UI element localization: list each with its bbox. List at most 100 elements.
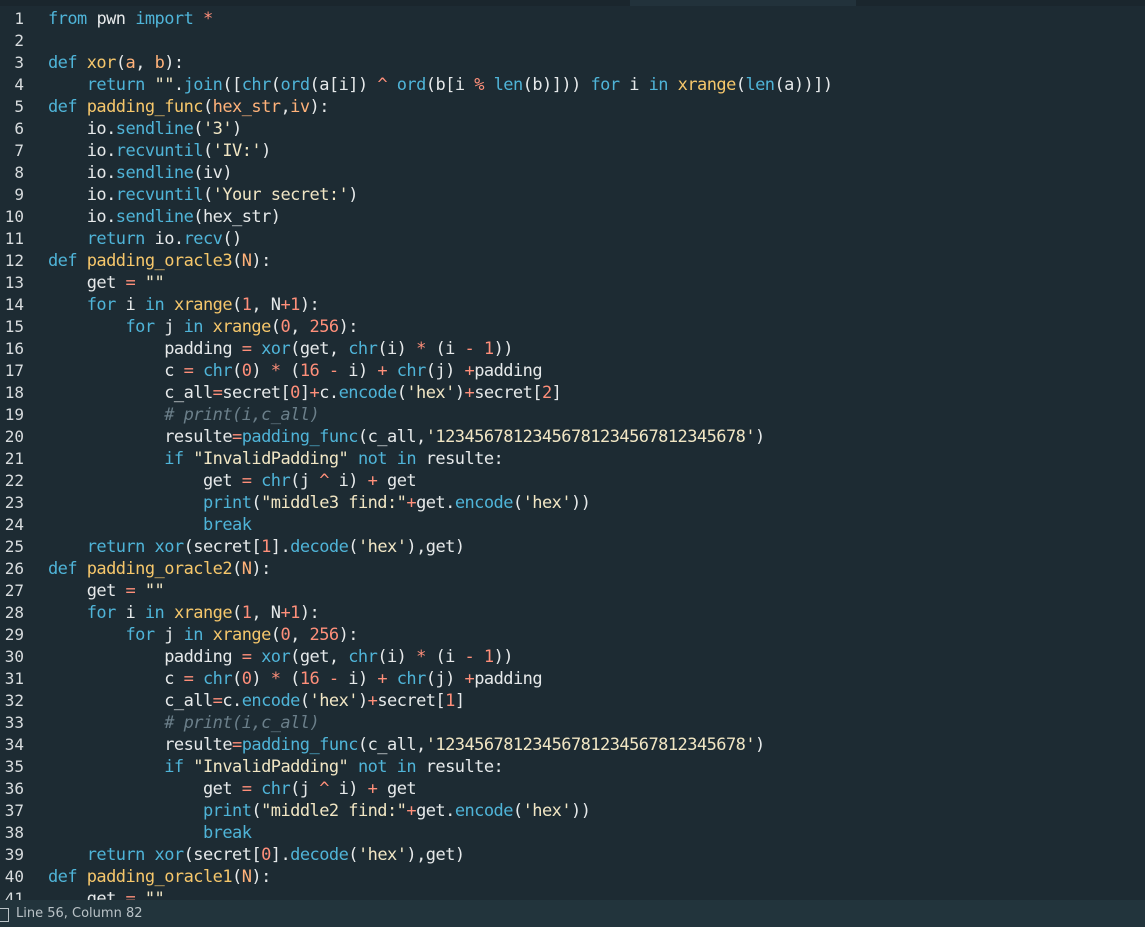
code-token: 16 (299, 361, 329, 381)
code-line[interactable]: 8 io.sendline(iv) (0, 162, 1145, 184)
code-token: + (464, 361, 475, 381)
code-token: = (241, 339, 262, 359)
code-line[interactable]: 16 padding = xor(get, chr(i) * (i - 1)) (0, 338, 1145, 360)
code-token: padding_oracle2 (86, 559, 233, 579)
code-line[interactable]: 11 return io.recv() (0, 228, 1145, 250)
code-line[interactable]: 21 if "InvalidPadding" not in resulte: (0, 448, 1145, 470)
code-line[interactable]: 22 get = chr(j ^ i) + get (0, 470, 1145, 492)
line-number: 35 (4, 757, 24, 776)
code-text: io.recvuntil('Your secret:') (48, 184, 359, 206)
code-token: ): (299, 603, 320, 623)
code-token: = (241, 779, 262, 799)
code-line[interactable]: 14 for i in xrange(1, N+1): (0, 294, 1145, 316)
code-token: )) (493, 339, 514, 359)
code-line[interactable]: 38 break (0, 822, 1145, 844)
code-line[interactable]: 30 padding = xor(get, chr(i) * (i - 1)) (0, 646, 1145, 668)
code-line[interactable]: 37 print("middle2 find:"+get.encode('hex… (0, 800, 1145, 822)
code-token: chr (241, 75, 272, 95)
code-line[interactable]: 15 for j in xrange(0, 256): (0, 316, 1145, 338)
code-token: N (241, 559, 252, 579)
code-token: (get, (290, 647, 349, 667)
code-token: ( (299, 691, 310, 711)
code-line[interactable]: 17 c = chr(0) * (16 - i) + chr(j) +paddi… (0, 360, 1145, 382)
code-token: 0 (280, 625, 291, 645)
code-token: recvuntil (115, 185, 204, 205)
code-token: # print(i,c_all) (164, 713, 320, 733)
code-token: + (464, 669, 475, 689)
code-line[interactable]: 40 def padding_oracle1(N): (0, 866, 1145, 888)
line-number: 26 (4, 559, 24, 578)
code-token: secret[ (222, 383, 291, 403)
code-token: . (173, 75, 184, 95)
code-line[interactable]: 24 break (0, 514, 1145, 536)
code-token: , (135, 53, 155, 73)
code-token: c_all (48, 383, 213, 403)
code-line[interactable]: 35 if "InvalidPadding" not in resulte: (0, 756, 1145, 778)
code-token: "middle3 find:" (261, 493, 407, 513)
code-editor[interactable]: 1 from pwn import * 2 3 def xor(a, b): 4 retu… (0, 0, 1145, 900)
code-token: sendline (115, 163, 194, 183)
code-token: in (144, 295, 174, 315)
code-token: (get, (290, 339, 349, 359)
code-token: + (406, 801, 417, 821)
code-line[interactable]: 19 # print(i,c_all) (0, 404, 1145, 426)
code-token: return (86, 75, 155, 95)
code-line[interactable]: 31 c = chr(0) * (16 - i) + chr(j) +paddi… (0, 668, 1145, 690)
code-token: padding_func (241, 427, 359, 447)
code-line[interactable]: 23 print("middle3 find:"+get.encode('hex… (0, 492, 1145, 514)
code-token: get (48, 273, 126, 293)
code-token: 1 (241, 603, 252, 623)
code-lines[interactable]: 1 from pwn import * 2 3 def xor(a, b): 4 retu… (0, 8, 1145, 900)
code-line[interactable]: 33 # print(i,c_all) (0, 712, 1145, 734)
code-token: ( (232, 361, 242, 381)
code-line[interactable]: 34 resulte=padding_func(c_all,'123456781… (0, 734, 1145, 756)
code-line[interactable]: 6 io.sendline('3') (0, 118, 1145, 140)
code-line[interactable]: 39 return xor(secret[0].decode('hex'),ge… (0, 844, 1145, 866)
code-line[interactable]: 26 def padding_oracle2(N): (0, 558, 1145, 580)
code-token: ( (251, 801, 262, 821)
code-token: N (241, 867, 252, 887)
line-number: 27 (4, 581, 24, 600)
code-line[interactable]: 5 def padding_func(hex_str,iv): (0, 96, 1145, 118)
code-token: import (135, 9, 203, 29)
code-line[interactable]: 27 get = "" (0, 580, 1145, 602)
code-line[interactable]: 41 get = "" (0, 888, 1145, 900)
code-token: io. (154, 229, 185, 249)
code-token: chr (396, 361, 427, 381)
code-token: # print(i,c_all) (164, 405, 320, 425)
code-token: if (164, 757, 194, 777)
code-line[interactable]: 4 return "".join([chr(ord(a[i]) ^ ord(b[… (0, 74, 1145, 96)
code-line[interactable]: 29 for j in xrange(0, 256): (0, 624, 1145, 646)
code-line[interactable]: 10 io.sendline(hex_str) (0, 206, 1145, 228)
code-line[interactable]: 18 c_all=secret[0]+c.encode('hex')+secre… (0, 382, 1145, 404)
code-line[interactable]: 9 io.recvuntil('Your secret:') (0, 184, 1145, 206)
code-line[interactable]: 13 get = "" (0, 272, 1145, 294)
code-token: i) (338, 779, 368, 799)
code-text: for i in xrange(1, N+1): (48, 602, 320, 624)
line-number: 12 (4, 251, 24, 270)
code-line[interactable]: 20 resulte=padding_func(c_all,'123456781… (0, 426, 1145, 448)
code-line[interactable]: 28 for i in xrange(1, N+1): (0, 602, 1145, 624)
code-token: - (464, 647, 484, 667)
code-token: , (280, 97, 291, 117)
code-text: # print(i,c_all) (48, 712, 320, 734)
code-line[interactable]: 25 return xor(secret[1].decode('hex'),ge… (0, 536, 1145, 558)
code-line[interactable]: 2 (0, 30, 1145, 52)
code-line[interactable]: 3 def xor(a, b): (0, 52, 1145, 74)
code-line[interactable]: 36 get = chr(j ^ i) + get (0, 778, 1145, 800)
code-line[interactable]: 32 c_all=c.encode('hex')+secret[1] (0, 690, 1145, 712)
line-number: 3 (14, 53, 24, 72)
code-token: + (367, 779, 388, 799)
panel-toggle-icon[interactable] (0, 908, 9, 922)
code-token: encode (454, 801, 514, 821)
status-bar: Line 56, Column 82 (0, 900, 1145, 927)
code-line[interactable]: 1 from pwn import * (0, 8, 1145, 30)
code-line[interactable]: 7 io.recvuntil('IV:') (0, 140, 1145, 162)
code-token: )) (493, 647, 514, 667)
code-line[interactable]: 12 def padding_oracle3(N): (0, 250, 1145, 272)
line-number: 6 (14, 119, 24, 138)
